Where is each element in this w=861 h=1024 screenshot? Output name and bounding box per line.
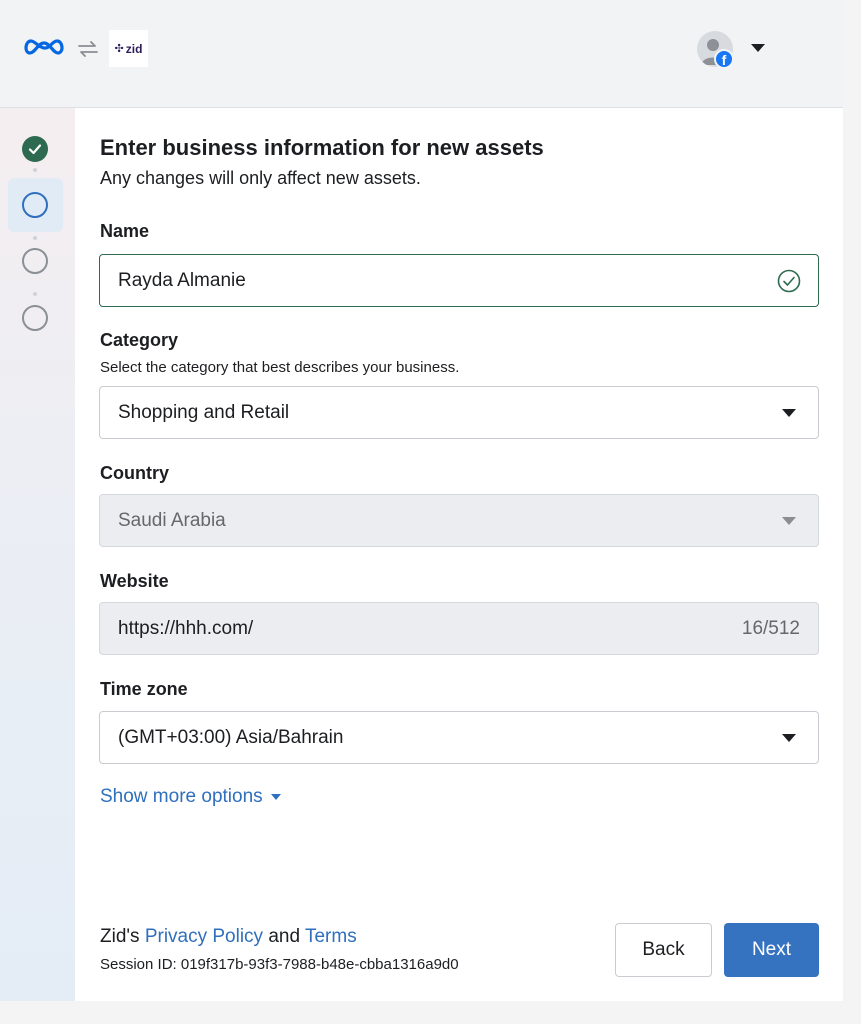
country-value: Saudi Arabia bbox=[118, 509, 226, 531]
step-completed bbox=[22, 136, 48, 162]
back-button[interactable]: Back bbox=[615, 923, 712, 977]
zid-logo: ✣ zid bbox=[109, 30, 148, 67]
step-connector bbox=[33, 168, 37, 172]
website-value: https://hhh.com/ bbox=[118, 617, 254, 639]
zid-logo-text: zid bbox=[125, 41, 143, 56]
show-more-options-link[interactable]: Show more options bbox=[100, 786, 281, 808]
account-menu[interactable]: f bbox=[697, 31, 735, 69]
category-select[interactable]: Shopping and Retail bbox=[99, 386, 819, 439]
caret-down-icon bbox=[270, 794, 281, 800]
top-bar: ✣ zid f bbox=[0, 0, 843, 108]
show-more-options-label: Show more options bbox=[100, 786, 263, 807]
meta-logo bbox=[24, 39, 64, 55]
facebook-icon: f bbox=[714, 49, 734, 69]
swap-arrows-icon bbox=[78, 41, 98, 57]
category-help-text: Select the category that best describes … bbox=[100, 359, 460, 376]
session-id: Session ID: 019f317b-93f3-7988-b48e-cbba… bbox=[100, 956, 459, 973]
chevron-down-icon[interactable] bbox=[751, 44, 765, 52]
step-connector bbox=[33, 236, 37, 240]
character-counter: 16/512 bbox=[741, 617, 800, 639]
legal-prefix: Zid's bbox=[100, 926, 140, 947]
country-select: Saudi Arabia bbox=[99, 494, 819, 547]
category-value: Shopping and Retail bbox=[118, 401, 290, 423]
privacy-policy-link[interactable]: Privacy Policy bbox=[145, 926, 263, 947]
name-field[interactable]: Rayda Almanie bbox=[99, 254, 819, 307]
timezone-select[interactable]: (GMT+03:00) Asia/Bahrain bbox=[99, 711, 819, 764]
category-label: Category bbox=[100, 330, 179, 350]
website-field[interactable]: https://hhh.com/ 16/512 bbox=[99, 602, 819, 655]
name-label: Name bbox=[100, 221, 150, 241]
country-label: Country bbox=[100, 463, 169, 483]
next-button[interactable]: Next bbox=[724, 923, 819, 977]
business-info-card: Enter business information for new asset… bbox=[75, 108, 843, 1001]
page-title: Enter business information for new asset… bbox=[100, 135, 544, 160]
zid-mark-icon: ✣ bbox=[114, 43, 124, 55]
chevron-down-icon bbox=[782, 409, 796, 417]
chevron-down-icon bbox=[782, 517, 796, 525]
step-current bbox=[22, 192, 48, 218]
progress-stepper bbox=[0, 108, 75, 1001]
checkmark-icon bbox=[28, 144, 42, 155]
step-upcoming bbox=[22, 248, 48, 274]
terms-link[interactable]: Terms bbox=[305, 926, 357, 947]
name-value: Rayda Almanie bbox=[118, 269, 246, 291]
chevron-down-icon bbox=[782, 734, 796, 742]
page-subtitle: Any changes will only affect new assets. bbox=[100, 168, 421, 188]
timezone-label: Time zone bbox=[100, 679, 188, 699]
legal-and: and bbox=[268, 926, 301, 947]
legal-text: Zid's Privacy Policy and Terms bbox=[100, 926, 357, 948]
step-upcoming bbox=[22, 305, 48, 331]
check-circle-icon bbox=[777, 269, 801, 293]
website-label: Website bbox=[100, 571, 169, 591]
step-connector bbox=[33, 292, 37, 296]
timezone-value: (GMT+03:00) Asia/Bahrain bbox=[118, 726, 344, 748]
